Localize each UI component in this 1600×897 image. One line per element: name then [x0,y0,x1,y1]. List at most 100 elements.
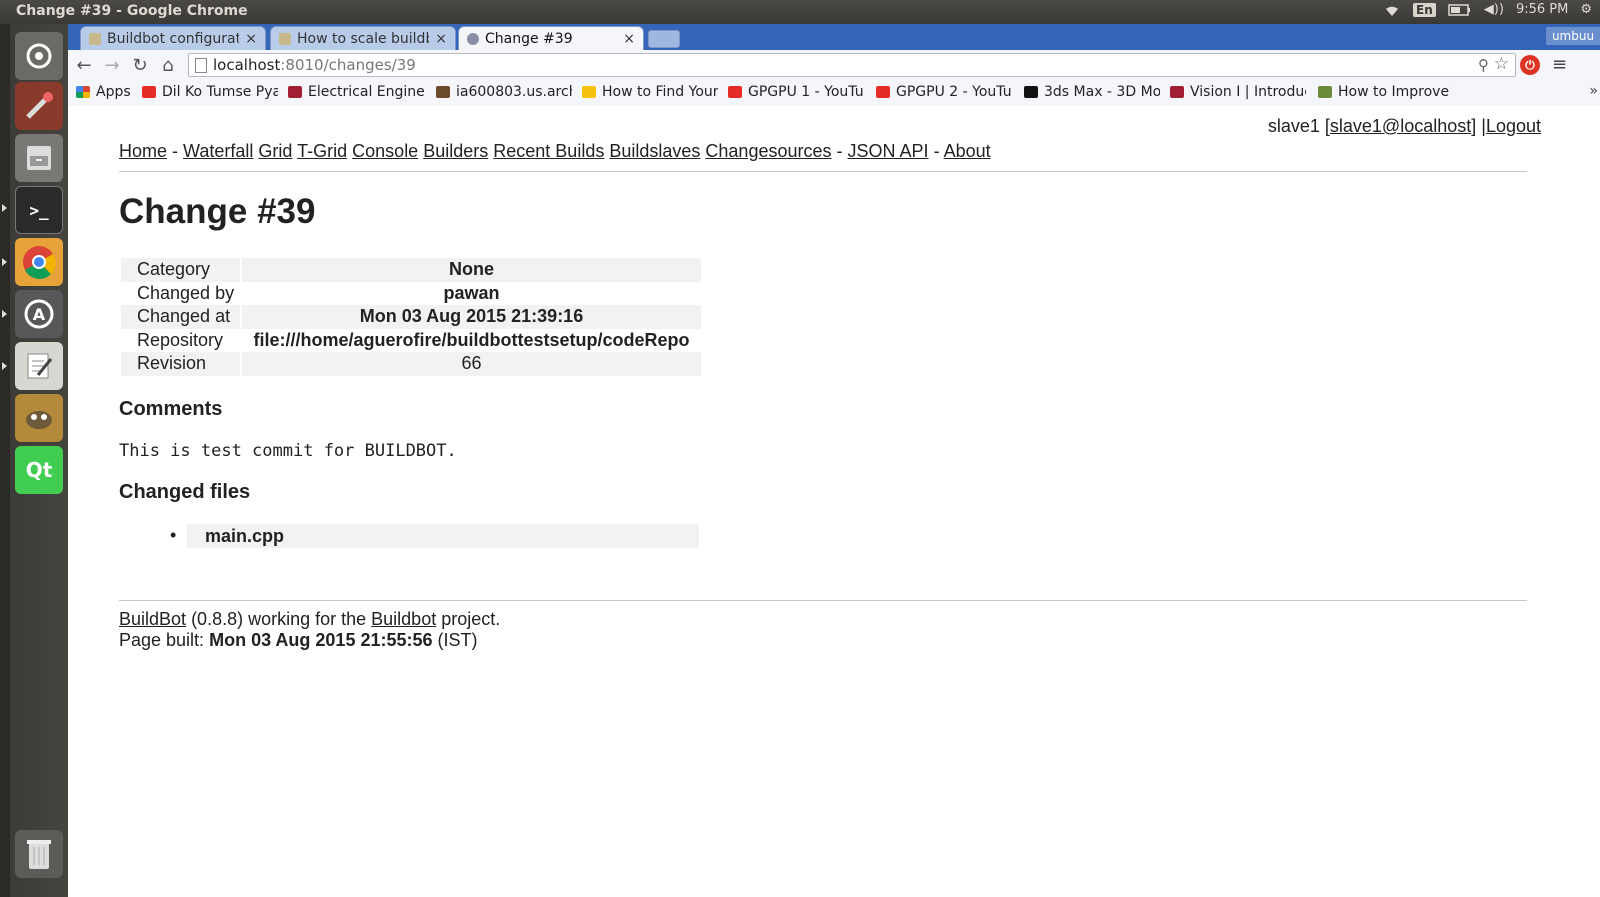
nav-grid[interactable]: Grid [258,141,292,161]
tab-strip: Buildbot configurat × How to scale build… [68,24,1600,50]
info-value: Mon 03 Aug 2015 21:39:16 [242,305,701,329]
mit-ocw-icon [1170,86,1184,98]
youtube-icon [142,86,156,98]
tab-how-to-scale-buildbot[interactable]: How to scale buildb × [270,26,456,50]
adblock-extension-icon[interactable]: ⏻ [1520,55,1540,75]
unity-launcher: >_ A Qt [2,24,69,897]
profile-button[interactable]: umbuu [1546,27,1600,45]
nav-home[interactable]: Home [119,141,167,161]
trash-icon[interactable] [15,830,63,878]
qt-creator-icon[interactable]: Qt [15,446,63,494]
bookmark-item[interactable]: GPGPU 1 - YouTul [728,84,864,100]
zoom-icon[interactable]: ⚲ [1478,56,1489,74]
autodesk-icon [1024,86,1038,98]
footer-line-2: Page built: Mon 03 Aug 2015 21:55:56 (IS… [119,630,478,650]
nav-json-api[interactable]: JSON API [848,141,929,161]
running-indicator [2,204,7,212]
footer: BuildBot (0.8.8) working for the Buildbo… [119,609,500,651]
nav-builders[interactable]: Builders [423,141,488,161]
footer-divider [119,600,1527,601]
changed-files-list: • main.cpp [168,524,700,548]
bookmark-star-icon[interactable]: ☆ [1494,54,1509,74]
page-icon [195,58,207,73]
mit-ocw-icon [288,86,302,98]
bookmark-item[interactable]: GPGPU 2 - YouTul [876,84,1012,100]
user-bar: slave1 [slave1@localhost] |Logout [1267,116,1541,136]
close-tab-icon[interactable]: × [245,31,257,47]
nav-recent-builds[interactable]: Recent Builds [493,141,604,161]
info-key: Revision [121,352,241,376]
volume-icon[interactable]: ◀)) [1484,2,1504,17]
nav-about[interactable]: About [944,141,991,161]
buildbot-favicon-icon [467,32,479,45]
buildbot-link[interactable]: BuildBot [119,609,186,629]
new-tab-button[interactable] [648,30,680,48]
page-built-time: Mon 03 Aug 2015 21:55:56 [209,630,433,650]
page-favicon-icon [279,32,291,45]
clock[interactable]: 9:56 PM [1516,2,1568,17]
bookmark-apps[interactable]: Apps [76,84,132,100]
info-value: pawan [443,282,500,303]
page-title: Change #39 [119,192,316,231]
youtube-icon [876,86,890,98]
table-row: Changed by pawan [121,282,701,306]
archive-icon [436,86,450,98]
project-link[interactable]: Buildbot [371,609,436,629]
running-indicator [2,310,7,318]
info-value: None [242,258,701,282]
system-settings-icon[interactable] [15,82,63,130]
user-email-link[interactable]: slave1@localhost [1330,116,1471,136]
bookmark-item[interactable]: 3ds Max - 3D Moc [1024,84,1160,100]
nav-changesources[interactable]: Changesources [705,141,831,161]
tab-buildbot-configuration[interactable]: Buildbot configurat × [80,26,266,50]
more-bookmarks-icon[interactable]: » [1589,83,1598,99]
wifi-icon[interactable] [1383,3,1401,17]
logout-link[interactable]: Logout [1486,116,1541,136]
terminal-icon[interactable]: >_ [15,186,63,234]
bookmark-page-icon [1318,86,1332,98]
settings-gear-icon[interactable]: ⚙ [1580,2,1592,17]
bookmark-item[interactable]: Vision I | Introduc [1170,84,1306,100]
address-bar[interactable]: localhost:8010/changes/39 ⚲ ☆ [188,53,1516,77]
page-favicon-icon [89,32,101,45]
nav-console[interactable]: Console [352,141,418,161]
text-editor-icon[interactable] [15,342,63,390]
url-text: localhost:8010/changes/39 [213,56,416,74]
close-tab-icon[interactable]: × [435,31,447,47]
timezone: (IST) [437,630,478,650]
tab-change-39[interactable]: Change #39 × [458,26,644,50]
bookmark-item[interactable]: How to Find Your [582,84,718,100]
back-arrow-icon[interactable]: ← [72,53,96,77]
table-row: Repository file:///home/aguerofire/build… [121,329,701,353]
dash-home-icon[interactable] [15,32,63,80]
chrome-menu-icon[interactable]: ≡ [1552,54,1567,75]
info-key: Changed by [137,282,235,303]
gimp-icon[interactable] [15,394,63,442]
forward-arrow-icon[interactable]: → [100,53,124,77]
bullet-icon: • [170,525,177,545]
window-title: Change #39 - Google Chrome [16,3,248,19]
reload-icon[interactable]: ↻ [128,53,152,77]
nav-t-grid[interactable]: T-Grid [297,141,347,161]
file-cabinet-icon[interactable] [15,134,63,182]
home-icon[interactable]: ⌂ [156,53,180,77]
comments-heading: Comments [119,398,223,420]
change-info-table: Category None Changed by pawan Changed a… [119,258,703,376]
bookmark-page-icon [582,86,596,98]
nav-buildslaves[interactable]: Buildslaves [609,141,700,161]
bookmark-item[interactable]: Electrical Engine [288,84,426,100]
keyboard-layout-indicator[interactable]: En [1413,2,1436,17]
info-key: Category [121,258,241,282]
battery-icon[interactable] [1448,3,1472,16]
bookmark-item[interactable]: Dil Ko Tumse Pya [142,84,278,100]
info-value: file:///home/aguerofire/buildbottestsetu… [253,329,690,350]
nav-separator: - [933,141,940,161]
nav-waterfall[interactable]: Waterfall [183,141,253,161]
chrome-icon[interactable] [15,238,63,286]
bookmarks-bar: Apps Dil Ko Tumse Pya Electrical Engine … [68,80,1600,107]
software-updater-icon[interactable]: A [15,290,63,338]
bookmark-item[interactable]: How to Improve Y [1318,84,1454,100]
table-row: Changed at Mon 03 Aug 2015 21:39:16 [121,305,701,329]
bookmark-item[interactable]: ia600803.us.archi [436,84,572,100]
close-tab-icon[interactable]: × [623,31,635,47]
